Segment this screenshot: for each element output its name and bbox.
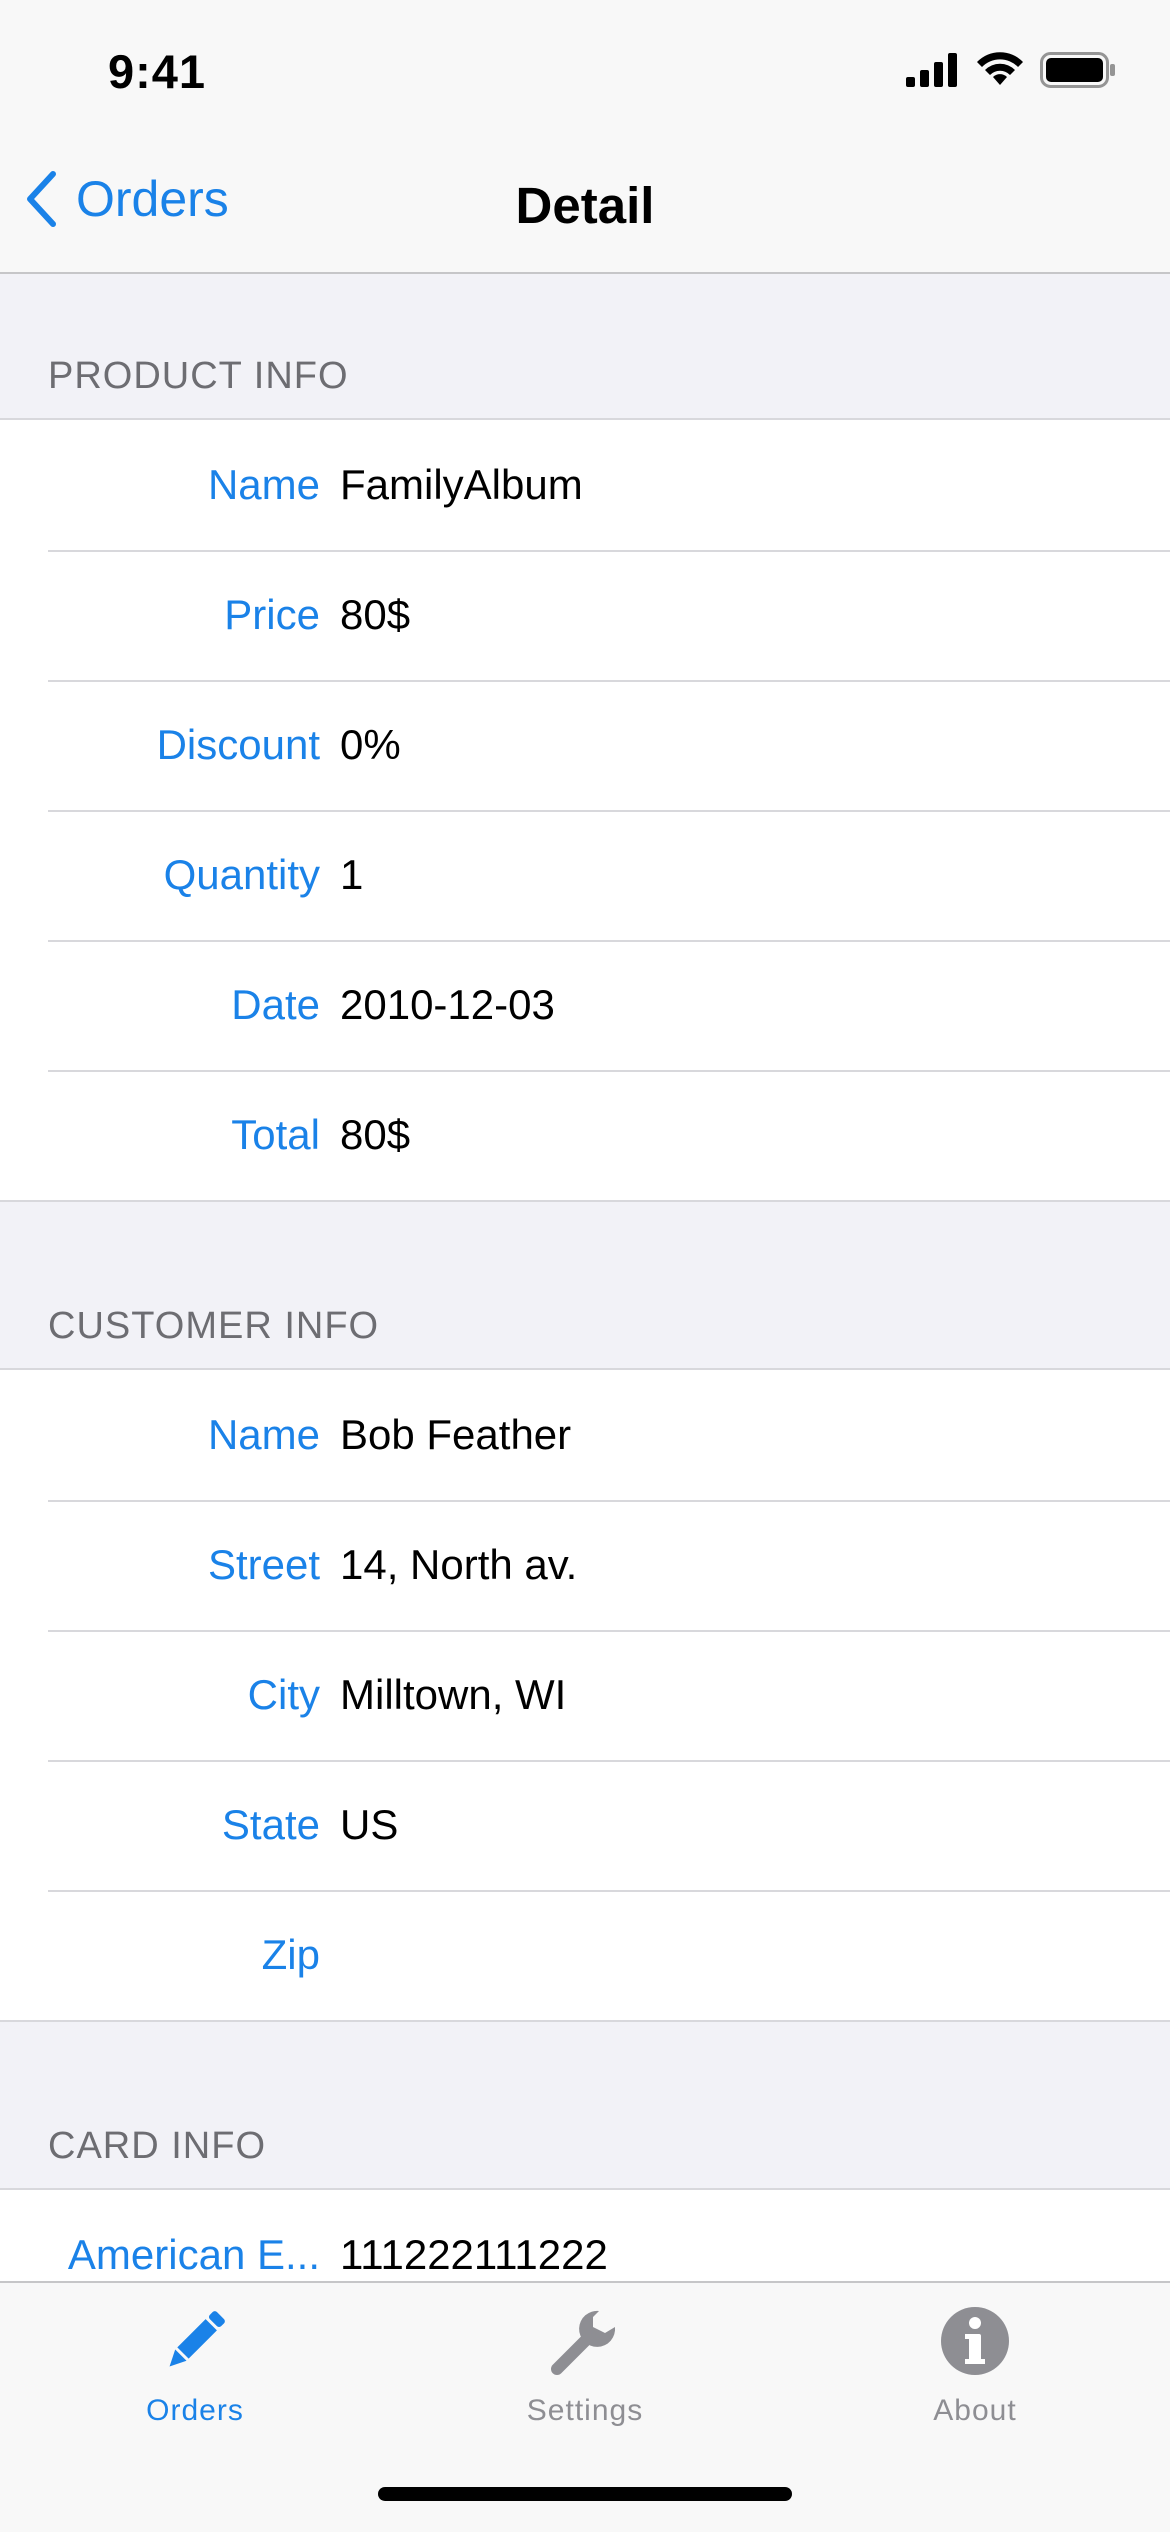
row-label: Price: [224, 591, 320, 638]
section-header-label: CUSTOMER INFO: [48, 1305, 380, 1347]
product-quantity-row: Quantity 1: [0, 810, 1170, 940]
row-label: City: [247, 1671, 320, 1718]
tab-orders[interactable]: Orders: [0, 2303, 390, 2428]
row-value: 80$: [340, 591, 411, 638]
home-indicator[interactable]: [378, 2487, 792, 2501]
section-header-label: PRODUCT INFO: [48, 355, 349, 397]
status-time: 9:41: [108, 45, 207, 98]
product-discount-row: Discount 0%: [0, 680, 1170, 810]
pencil-icon: [157, 2303, 233, 2384]
status-icons: [906, 52, 1116, 93]
screen: 9:41 Orders Detail PRODUCT INFO Name Fam…: [0, 0, 1170, 2532]
row-value: 80$: [340, 1111, 411, 1158]
row-value: Bob Feather: [340, 1411, 572, 1458]
row-label: Total: [231, 1111, 320, 1158]
card-number-row: American E... 111222111222: [0, 2190, 1170, 2281]
battery-icon: [1040, 52, 1116, 93]
product-price-row: Price 80$: [0, 550, 1170, 680]
tab-settings[interactable]: Settings: [390, 2303, 780, 2428]
section-header-card: CARD INFO: [0, 2022, 1170, 2188]
row-value: 111222111222: [340, 2231, 608, 2278]
status-bar: 9:41: [0, 0, 1170, 140]
section-header-label: CARD INFO: [48, 2125, 266, 2167]
info-icon: [937, 2303, 1013, 2384]
navigation-bar: Orders Detail: [0, 140, 1170, 274]
wifi-icon: [976, 52, 1024, 93]
tab-about[interactable]: About: [780, 2303, 1170, 2428]
row-value: Milltown, WI: [340, 1671, 567, 1718]
detail-content[interactable]: PRODUCT INFO Name FamilyAlbum Price 80$ …: [0, 274, 1170, 2281]
card-info-group: American E... 111222111222: [0, 2188, 1170, 2281]
row-value: 0%: [340, 721, 401, 768]
customer-zip-row: Zip: [0, 1890, 1170, 2020]
product-date-row: Date 2010-12-03: [0, 940, 1170, 1070]
row-label: Zip: [261, 1931, 320, 1978]
tab-label: Settings: [526, 2394, 644, 2427]
customer-name-row: Name Bob Feather: [0, 1370, 1170, 1500]
row-label: American E...: [67, 2231, 320, 2278]
wrench-icon: [547, 2303, 623, 2384]
cellular-signal-icon: [906, 53, 960, 92]
customer-info-group: Name Bob Feather Street 14, North av. Ci…: [0, 1368, 1170, 2022]
page-title: Detail: [515, 177, 655, 234]
row-label: Discount: [156, 721, 320, 768]
section-header-product: PRODUCT INFO: [0, 274, 1170, 418]
tab-label: Orders: [146, 2394, 244, 2427]
row-label: Name: [207, 1411, 320, 1458]
customer-city-row: City Milltown, WI: [0, 1630, 1170, 1760]
customer-street-row: Street 14, North av.: [0, 1500, 1170, 1630]
row-label: Date: [231, 981, 320, 1028]
row-value: 1: [340, 851, 364, 898]
row-label: Street: [207, 1541, 320, 1588]
customer-state-row: State US: [0, 1760, 1170, 1890]
row-label: Name: [207, 461, 320, 508]
section-header-customer: CUSTOMER INFO: [0, 1202, 1170, 1368]
product-name-row: Name FamilyAlbum: [0, 420, 1170, 550]
row-label: Quantity: [163, 851, 320, 898]
row-value: FamilyAlbum: [340, 461, 583, 508]
row-label: State: [221, 1801, 320, 1848]
row-value: US: [340, 1801, 399, 1848]
product-info-group: Name FamilyAlbum Price 80$ Discount 0% Q…: [0, 418, 1170, 1202]
product-total-row: Total 80$: [0, 1070, 1170, 1200]
tab-label: About: [933, 2394, 1017, 2427]
row-value: 2010-12-03: [340, 981, 555, 1028]
row-value: 14, North av.: [340, 1541, 578, 1588]
